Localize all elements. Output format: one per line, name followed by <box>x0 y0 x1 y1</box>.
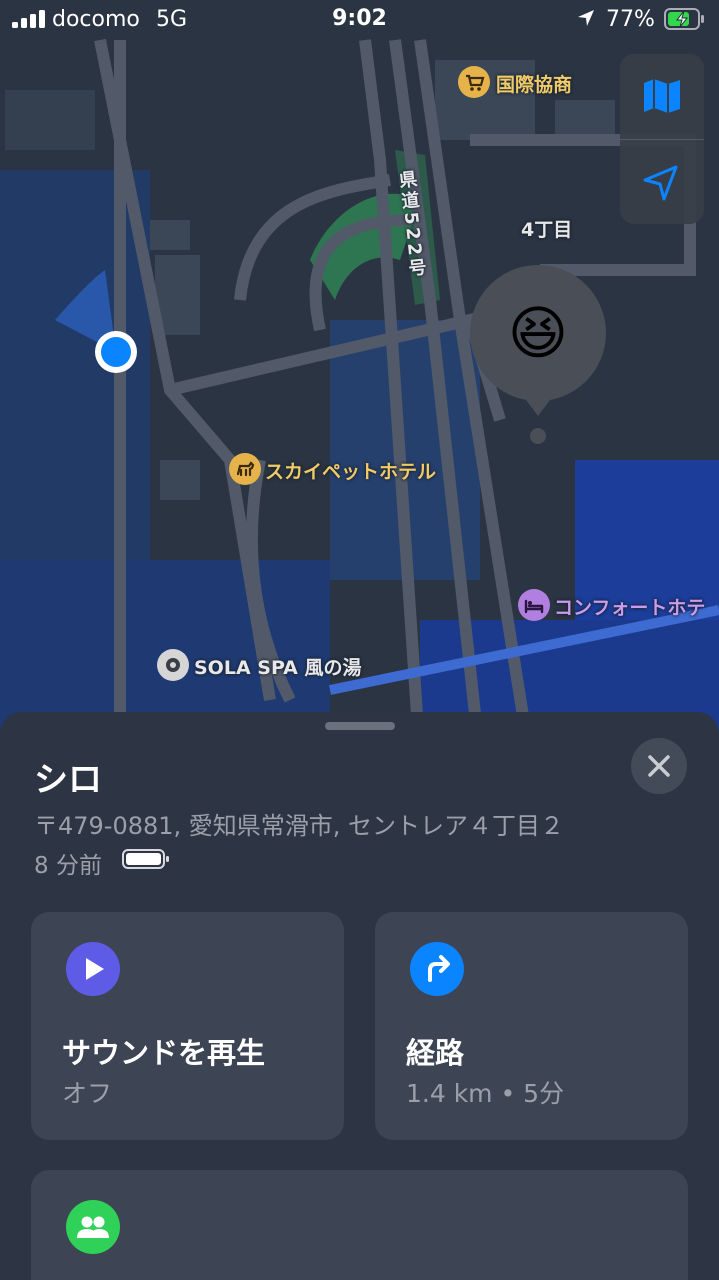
user-location-dot <box>95 331 137 373</box>
device-address: 〒479-0881, 愛知県常滑市, セントレア４丁目２ <box>34 812 565 840</box>
directions-card[interactable]: 経路 1.4 km • 5分 <box>375 912 688 1140</box>
map-mode-button[interactable] <box>620 54 704 139</box>
device-battery-icon <box>122 849 169 869</box>
screen: 😆 国際協商 4丁目 県道522号 スカイペットホテル コンフォートホテ SOL… <box>0 0 719 1280</box>
poi-label-hotel[interactable]: コンフォートホテ <box>554 593 705 620</box>
district-label: 4丁目 <box>521 219 573 241</box>
bed-icon <box>518 589 550 621</box>
battery-charging-icon <box>664 8 704 30</box>
close-button[interactable] <box>631 738 687 794</box>
directions-title: 経路 <box>406 1036 465 1070</box>
device-name: シロ <box>34 760 102 800</box>
friend-emoji: 😆 <box>507 299 569 367</box>
sheet-grabber[interactable] <box>325 722 395 730</box>
map-controls <box>620 54 704 224</box>
close-icon <box>648 755 670 777</box>
track-location-button[interactable] <box>620 140 704 225</box>
poi-label-pet-hotel[interactable]: スカイペットホテル <box>265 457 436 484</box>
dot-icon <box>157 649 189 681</box>
play-sound-card[interactable]: サウンドを再生 オフ <box>31 912 344 1140</box>
map[interactable] <box>0 0 719 760</box>
play-sound-title: サウンドを再生 <box>62 1036 266 1070</box>
location-services-icon <box>578 10 594 26</box>
people-card[interactable] <box>31 1170 688 1280</box>
status-bar: docomo 5G 9:02 77% <box>0 0 719 38</box>
turn-right-icon <box>410 942 464 996</box>
play-icon <box>66 942 120 996</box>
people-icon <box>66 1200 120 1254</box>
poi-label-spa[interactable]: SOLA SPA 風の湯 <box>194 653 361 680</box>
directions-distance-eta: 1.4 km • 5分 <box>406 1079 565 1108</box>
play-sound-status: オフ <box>62 1079 113 1108</box>
device-detail-sheet: シロ 〒479-0881, 愛知県常滑市, セントレア４丁目２ 8 分前 サウン… <box>0 712 719 1280</box>
location-arrow-icon <box>643 165 678 201</box>
map-icon <box>644 79 680 113</box>
battery-percent: 77% <box>606 7 655 32</box>
poi-label-store[interactable]: 国際協商 <box>496 70 572 97</box>
last-seen-time: 8 分前 <box>34 853 102 879</box>
dog-icon <box>229 453 261 485</box>
cart-icon <box>458 66 490 98</box>
